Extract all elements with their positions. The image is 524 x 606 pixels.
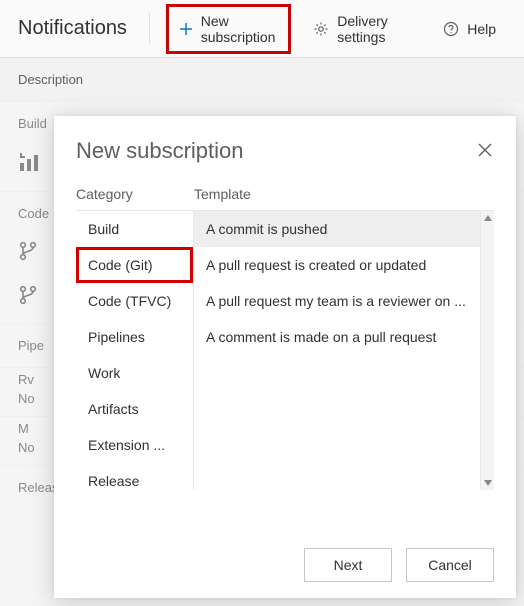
delivery-settings-label: Delivery settings — [337, 13, 411, 45]
scroll-up-icon[interactable] — [481, 211, 494, 225]
description-label: Description — [18, 72, 83, 87]
dialog-header: New subscription — [76, 138, 494, 164]
separator — [149, 13, 150, 45]
delivery-settings-button[interactable]: Delivery settings — [303, 7, 421, 51]
template-scrollbar[interactable] — [480, 211, 494, 490]
description-header: Description — [0, 58, 524, 101]
template-column-header: Template — [194, 186, 251, 202]
template-list: A commit is pushed A pull request is cre… — [194, 211, 480, 490]
template-item-pr-comment[interactable]: A comment is made on a pull request — [194, 319, 480, 355]
close-button[interactable] — [478, 143, 494, 159]
new-subscription-button[interactable]: New subscription — [166, 4, 291, 54]
category-item-extension[interactable]: Extension ... — [76, 427, 193, 463]
help-label: Help — [467, 21, 496, 37]
page-title: Notifications — [18, 17, 127, 40]
dialog-footer: Next Cancel — [76, 528, 494, 582]
cancel-button[interactable]: Cancel — [406, 548, 494, 582]
template-item-pr-team-reviewer[interactable]: A pull request my team is a reviewer on … — [194, 283, 480, 319]
category-item-code-tfvc[interactable]: Code (TFVC) — [76, 283, 193, 319]
column-headers: Category Template — [76, 186, 494, 202]
category-list: Build Code (Git) Code (TFVC) Pipelines W… — [76, 211, 194, 490]
template-item-commit-pushed[interactable]: A commit is pushed — [194, 211, 480, 247]
template-item-pr-created[interactable]: A pull request is created or updated — [194, 247, 480, 283]
help-button[interactable]: Help — [433, 15, 506, 43]
category-column-header: Category — [76, 186, 194, 202]
scroll-down-icon[interactable] — [481, 476, 494, 490]
new-subscription-dialog: New subscription Category Template Build… — [54, 116, 516, 598]
category-item-artifacts[interactable]: Artifacts — [76, 391, 193, 427]
toolbar: Notifications New subscription Delivery … — [0, 0, 524, 58]
category-item-build[interactable]: Build — [76, 211, 193, 247]
category-item-work[interactable]: Work — [76, 355, 193, 391]
plus-icon — [179, 22, 193, 36]
template-pane: A commit is pushed A pull request is cre… — [194, 211, 494, 490]
gear-icon — [313, 21, 329, 37]
category-item-code-git[interactable]: Code (Git) — [76, 247, 193, 283]
new-subscription-label: New subscription — [201, 13, 278, 45]
dialog-title: New subscription — [76, 138, 244, 164]
help-icon — [443, 21, 459, 37]
lists-container: Build Code (Git) Code (TFVC) Pipelines W… — [76, 210, 494, 490]
category-item-release[interactable]: Release — [76, 463, 193, 490]
category-item-pipelines[interactable]: Pipelines — [76, 319, 193, 355]
next-button[interactable]: Next — [304, 548, 392, 582]
